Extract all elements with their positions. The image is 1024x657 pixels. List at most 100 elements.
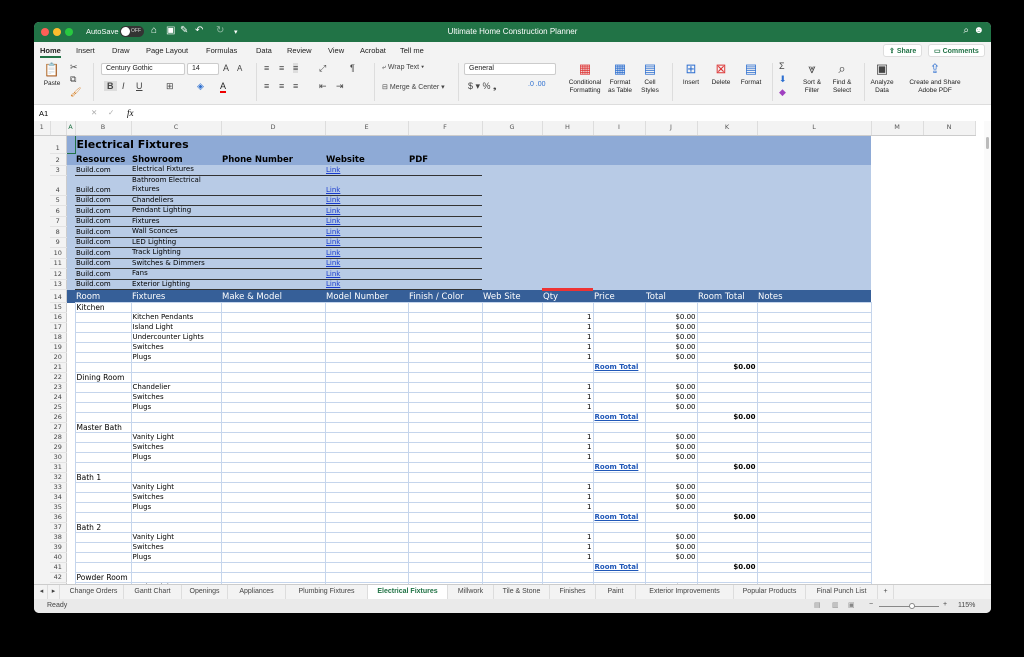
total-cell[interactable]: $0.00 — [645, 543, 697, 553]
number-format-select[interactable]: General — [464, 63, 556, 75]
cell[interactable] — [408, 413, 482, 423]
cell[interactable] — [757, 393, 871, 403]
cell[interactable] — [66, 363, 75, 373]
cell[interactable] — [75, 333, 131, 343]
cell[interactable] — [697, 473, 757, 483]
cell[interactable] — [645, 227, 697, 238]
showroom-name[interactable]: Chandeliers — [131, 195, 221, 206]
bold-button[interactable]: B — [104, 81, 117, 91]
cell[interactable] — [923, 423, 975, 433]
cell[interactable] — [482, 175, 542, 195]
cell[interactable] — [408, 313, 482, 323]
cell[interactable] — [325, 353, 408, 363]
cell[interactable] — [757, 573, 871, 583]
cell[interactable] — [593, 279, 645, 290]
cell[interactable] — [408, 573, 482, 583]
cell[interactable] — [325, 563, 408, 573]
cell[interactable] — [408, 553, 482, 563]
fixture-name[interactable]: Plugs — [131, 403, 221, 413]
row-header[interactable]: 38 — [50, 533, 66, 543]
cell[interactable] — [66, 523, 75, 533]
cell[interactable] — [75, 563, 131, 573]
resource-name[interactable]: Build.com — [75, 269, 131, 280]
cell[interactable] — [325, 413, 408, 423]
resource-name[interactable]: Build.com — [75, 216, 131, 227]
cell[interactable] — [645, 135, 697, 153]
align-middle-icon[interactable]: ≡ — [279, 63, 284, 73]
page-layout-view-icon[interactable]: ▣ — [848, 601, 855, 609]
cell[interactable] — [221, 423, 325, 433]
tab-formulas[interactable]: Formulas — [206, 46, 237, 55]
cell[interactable] — [923, 413, 975, 423]
cell[interactable] — [645, 303, 697, 313]
sheet-tab-openings[interactable]: Openings — [182, 585, 228, 599]
cell[interactable] — [645, 373, 697, 383]
cell[interactable] — [131, 413, 221, 423]
autosum-icon[interactable]: Σ — [779, 61, 785, 71]
cell[interactable] — [645, 269, 697, 280]
website-cell[interactable]: Link — [325, 216, 408, 227]
row-header[interactable]: 15 — [50, 303, 66, 313]
cell[interactable] — [871, 237, 923, 248]
cell[interactable] — [66, 343, 75, 353]
cell[interactable] — [542, 175, 593, 195]
cell[interactable] — [697, 313, 757, 323]
total-cell[interactable]: $0.00 — [645, 343, 697, 353]
fixture-name[interactable]: Vanity Light — [131, 483, 221, 493]
cell[interactable] — [871, 443, 923, 453]
align-right-icon[interactable]: ≡ — [293, 81, 298, 91]
cell[interactable] — [66, 323, 75, 333]
cell[interactable] — [66, 216, 75, 227]
cell[interactable] — [542, 237, 593, 248]
cell[interactable] — [482, 313, 542, 323]
cell[interactable] — [408, 353, 482, 363]
cell[interactable] — [482, 513, 542, 523]
website-link[interactable]: Link — [326, 228, 340, 236]
total-cell[interactable]: $0.00 — [645, 443, 697, 453]
resource-name[interactable]: Build.com — [75, 258, 131, 269]
website-cell[interactable]: Link — [325, 227, 408, 238]
cell[interactable] — [221, 323, 325, 333]
phone-cell[interactable] — [221, 237, 325, 248]
cell[interactable] — [75, 363, 131, 373]
cell[interactable] — [697, 227, 757, 238]
align-center-icon[interactable]: ≡ — [279, 81, 284, 91]
cell[interactable] — [757, 195, 871, 206]
row-header[interactable]: 26 — [50, 413, 66, 423]
cell[interactable] — [593, 373, 645, 383]
resource-name[interactable]: Build.com — [75, 227, 131, 238]
cell[interactable] — [131, 373, 221, 383]
cell[interactable] — [593, 313, 645, 323]
column-header-I[interactable]: I — [593, 121, 645, 135]
qty-cell[interactable]: 1 — [542, 323, 593, 333]
insert-cells-button[interactable]: ⊞Insert — [678, 61, 704, 87]
cell[interactable] — [482, 206, 542, 217]
cell[interactable] — [221, 303, 325, 313]
cell[interactable] — [697, 237, 757, 248]
cell[interactable] — [871, 303, 923, 313]
cell[interactable] — [645, 363, 697, 373]
cell[interactable] — [593, 248, 645, 259]
sheet-tab-change-orders[interactable]: Change Orders — [64, 585, 124, 599]
cell[interactable] — [482, 237, 542, 248]
cell[interactable] — [923, 135, 975, 153]
cell[interactable] — [645, 175, 697, 195]
sheet-tab-finishes[interactable]: Finishes — [550, 585, 596, 599]
format-painter-icon[interactable]: 🖌 — [70, 87, 81, 98]
cell[interactable] — [75, 503, 131, 513]
cell[interactable] — [871, 523, 923, 533]
cell[interactable] — [408, 513, 482, 523]
column-header-K[interactable]: K — [697, 121, 757, 135]
cell[interactable] — [757, 473, 871, 483]
cell[interactable] — [923, 290, 975, 303]
cell[interactable] — [66, 413, 75, 423]
cell[interactable] — [593, 333, 645, 343]
enter-icon[interactable]: ✓ — [108, 108, 114, 117]
underline-button[interactable]: U — [136, 81, 143, 91]
column-header-A[interactable]: A — [66, 121, 75, 135]
align-left-icon[interactable]: ≡ — [264, 81, 269, 91]
cell[interactable] — [923, 453, 975, 463]
column-header-G[interactable]: G — [482, 121, 542, 135]
cell[interactable] — [645, 573, 697, 583]
cell[interactable] — [923, 483, 975, 493]
